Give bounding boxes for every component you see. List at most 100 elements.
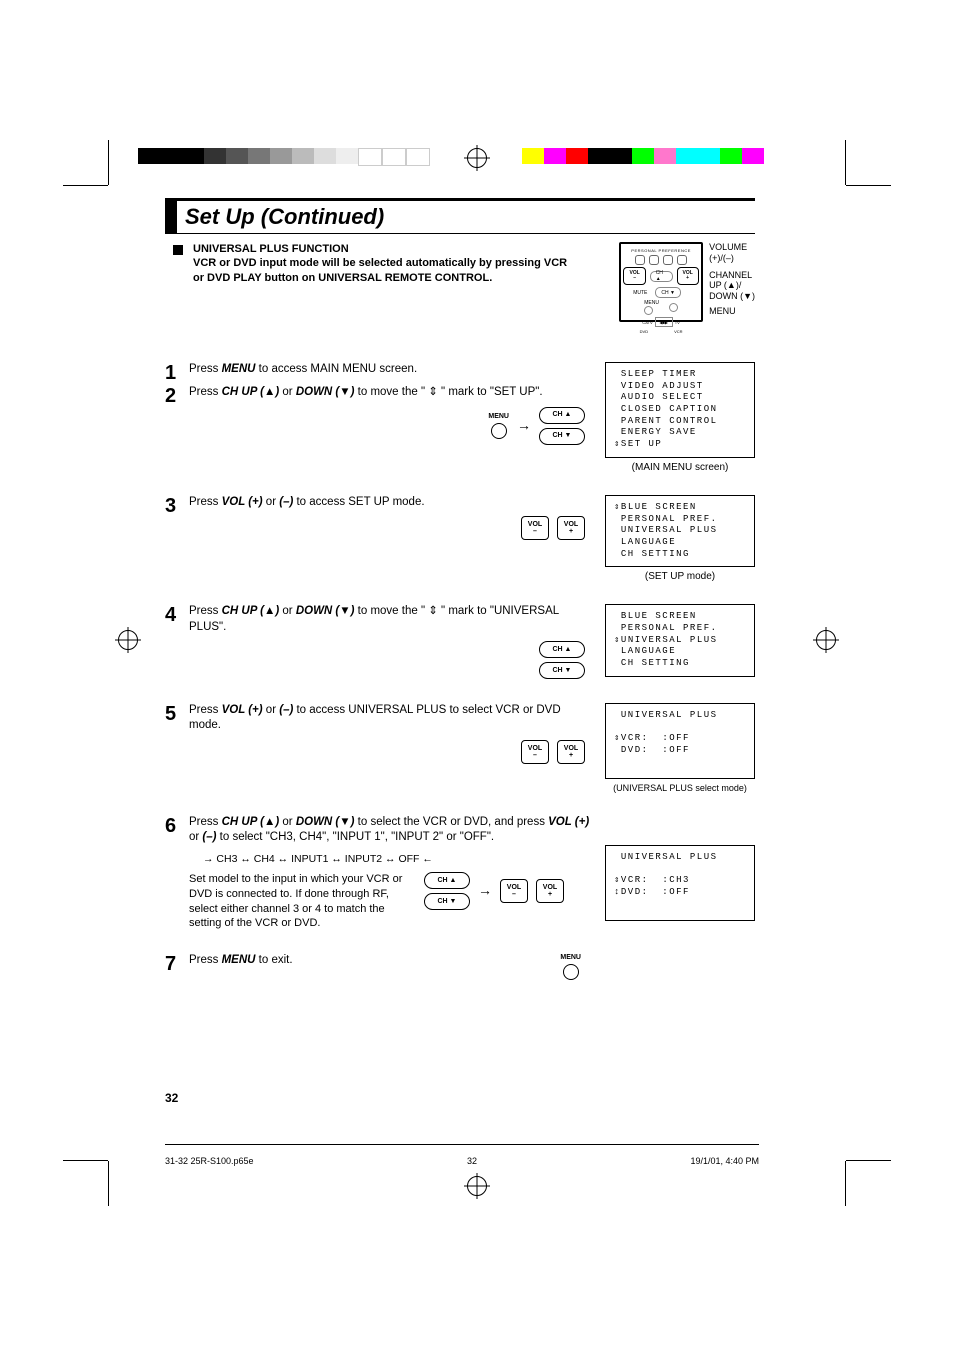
step-3-text-b: to access SET UP mode. [293, 496, 424, 508]
intro-heading: UNIVERSAL PLUS FUNCTION [193, 242, 573, 256]
bullet-icon [173, 245, 183, 255]
registration-mark [118, 630, 138, 650]
step-7-text-b: to exit. [255, 954, 292, 966]
osd-main-menu-caption: (MAIN MENU screen) [605, 462, 755, 473]
step-4-text-a: Press [189, 605, 222, 617]
remote-ch-down: CH ▼ [655, 287, 681, 298]
intro-body: VCR or DVD input mode will be selected a… [193, 256, 573, 285]
label-updown: UP (▲)/ DOWN (▼) [709, 280, 755, 302]
step-5-volp: VOL (+) [222, 704, 263, 716]
step-6-note: Set model to the input in which your VCR… [189, 872, 414, 931]
label-volsign: (+)/(–) [709, 253, 755, 264]
remote-vcr-label: VCR [674, 329, 682, 334]
step-5: 5 Press VOL (+) or (–) to access UNIVERS… [165, 703, 755, 793]
vol-minus-button: VOL– [521, 740, 549, 764]
menu-button-label: MENU [488, 412, 509, 421]
step-3-volm: (–) [279, 496, 293, 508]
label-menu: MENU [709, 306, 755, 317]
remote-dvd-label: DVD [640, 329, 648, 334]
remote-personal-preference-label: PERSONAL PREFERENCE [631, 248, 691, 253]
footer: 31-32 25R-S100.p65e 32 19/1/01, 4:40 PM [165, 1156, 759, 1166]
vol-plus-button: VOL+ [557, 516, 585, 540]
section-title: Set Up (Continued) [165, 198, 755, 234]
step-7-number: 7 [165, 953, 189, 976]
step-4-chup: CH UP (▲) [222, 605, 280, 617]
remote-ch-up: CH ▲ [650, 271, 673, 282]
osd-setup: ⇕BLUE SCREEN PERSONAL PREF. UNIVERSAL PL… [605, 495, 755, 567]
step-2-or: or [279, 386, 296, 398]
ch-up-button: CH ▲ [539, 407, 585, 424]
arrow-icon: → [517, 416, 531, 435]
page-number: 32 [165, 1091, 178, 1105]
step-6-text-a: Press [189, 816, 222, 828]
step-4-or: or [279, 605, 296, 617]
step-3: 3 Press VOL (+) or (–) to access SET UP … [165, 495, 755, 582]
step-4-down: DOWN (▼) [296, 605, 355, 617]
remote-vol-minus: VOL – [623, 267, 645, 285]
osd-setup-caption: (SET UP mode) [605, 571, 755, 582]
footer-rule [165, 1144, 759, 1145]
step-7-text-a: Press [189, 954, 222, 966]
ch-up-button: CH ▲ [424, 872, 470, 889]
remote-diagram: PERSONAL PREFERENCE VOL – CH ▲ VOL + MUT… [619, 242, 755, 322]
step-2-text-a: Press [189, 386, 222, 398]
ch-down-button: CH ▼ [539, 428, 585, 445]
step-6-or2: or [189, 831, 202, 843]
step-6-text-c: to select "CH3, CH4", "INPUT 1", "INPUT … [216, 831, 494, 843]
osd-universal-plus-ch3: UNIVERSAL PLUS ⇕VCR: :CH3 ↕DVD: :OFF [605, 845, 755, 921]
vol-plus-button: VOL+ [557, 740, 585, 764]
footer-page: 32 [467, 1156, 477, 1166]
label-channel: CHANNEL [709, 270, 755, 281]
step-2-text-b: to move the " ⇕ " mark to "SET UP". [354, 386, 542, 398]
step-4-number: 4 [165, 604, 189, 627]
remote-tv-label: TV [675, 320, 680, 325]
vol-plus-button: VOL+ [536, 879, 564, 903]
color-bar-left [138, 148, 430, 164]
step-1-text-a: Press [189, 363, 222, 375]
step-2-chup: CH UP (▲) [222, 386, 280, 398]
step-1-number: 1 [165, 362, 189, 385]
step-6-or: or [279, 816, 296, 828]
step-4: 4 Press CH UP (▲) or DOWN (▼) to move th… [165, 604, 755, 680]
osd-main-menu: SLEEP TIMER VIDEO ADJUST AUDIO SELECT CL… [605, 362, 755, 458]
step-6: 6 Press CH UP (▲) or DOWN (▼) to select … [165, 815, 755, 932]
step-3-or: or [263, 496, 280, 508]
step-3-text-a: Press [189, 496, 222, 508]
step-5-text-a: Press [189, 704, 222, 716]
step-1-menu: MENU [222, 363, 256, 375]
registration-mark [816, 630, 836, 650]
step-6-down: DOWN (▼) [296, 816, 355, 828]
step-6-text-b: to select the VCR or DVD, and press [354, 816, 548, 828]
step-2-down: DOWN (▼) [296, 386, 355, 398]
page-content: Set Up (Continued) UNIVERSAL PLUS FUNCTI… [165, 198, 755, 980]
step-1-2: 1 Press MENU to access MAIN MENU screen.… [165, 362, 755, 473]
vol-minus-button: VOL– [500, 879, 528, 903]
step-3-volp: VOL (+) [222, 496, 263, 508]
osd-universal-plus-off: UNIVERSAL PLUS ⇕VCR: :OFF DVD: :OFF [605, 703, 755, 779]
step-2-number: 2 [165, 385, 189, 445]
ch-up-button: CH ▲ [539, 641, 585, 658]
step-1-text-b: to access MAIN MENU screen. [255, 363, 417, 375]
step-7-menu: MENU [222, 954, 256, 966]
ch-down-button: CH ▼ [539, 662, 585, 679]
footer-file: 31-32 25R-S100.p65e [165, 1156, 254, 1166]
menu-button-label: MENU [560, 953, 581, 962]
color-bar-right [522, 148, 764, 164]
osd-universal-plus-off-caption: (UNIVERSAL PLUS select mode) [605, 783, 755, 793]
remote-catv-label: CATV [642, 320, 652, 325]
step-6-volp: VOL (+) [548, 816, 589, 828]
step-6-volm: (–) [202, 831, 216, 843]
intro-block: UNIVERSAL PLUS FUNCTION VCR or DVD input… [165, 242, 755, 322]
step-5-number: 5 [165, 703, 189, 726]
step-6-number: 6 [165, 815, 189, 838]
footer-date: 19/1/01, 4:40 PM [690, 1156, 759, 1166]
step-5-or: or [263, 704, 280, 716]
menu-button-icon [563, 964, 579, 980]
label-volume: VOLUME [709, 242, 755, 253]
vol-minus-button: VOL– [521, 516, 549, 540]
registration-mark [467, 1176, 487, 1196]
osd-universal-select: BLUE SCREEN PERSONAL PREF. ⇕UNIVERSAL PL… [605, 604, 755, 676]
step-6-cycle: → CH3 ↔ CH4 ↔ INPUT1 ↔ INPUT2 ↔ OFF ← [203, 852, 595, 866]
ch-down-button: CH ▼ [424, 893, 470, 910]
step-3-number: 3 [165, 495, 189, 518]
